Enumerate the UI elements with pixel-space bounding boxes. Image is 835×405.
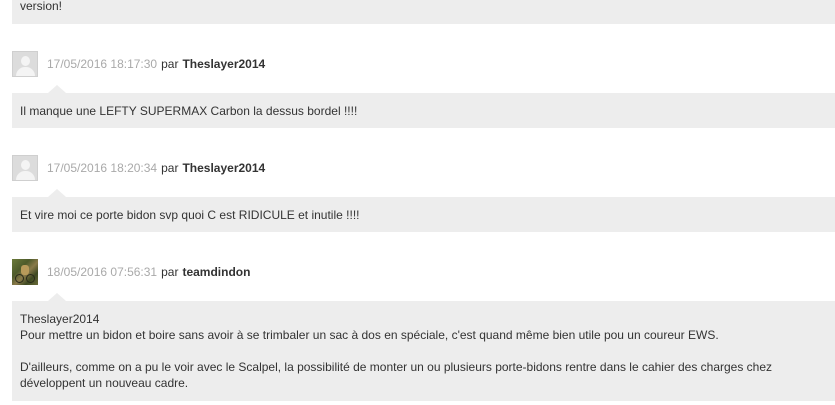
comment-author-link[interactable]: Theslayer2014 <box>182 57 265 71</box>
comment-header: 18/05/2016 07:56:31 par teamdindon <box>12 259 250 285</box>
comment-text: version! <box>20 0 63 13</box>
comment-date: 17/05/2016 18:20:34 <box>47 161 158 175</box>
comment-header: 17/05/2016 18:17:30 par Theslayer2014 <box>12 51 265 77</box>
comment-author-link[interactable]: teamdindon <box>182 265 250 279</box>
comment-text: D'ailleurs, comme on a pu le voir avec l… <box>20 360 773 374</box>
comment-body: Il manque une LEFTY SUPERMAX Carbon la d… <box>12 85 835 128</box>
comment-par: par <box>161 265 179 279</box>
user-avatar-icon[interactable] <box>12 155 38 181</box>
comment-text: Il manque une LEFTY SUPERMAX Carbon la d… <box>20 104 358 118</box>
comment-par: par <box>161 161 179 175</box>
comment-body: Et vire moi ce porte bidon svp quoi C es… <box>12 189 835 232</box>
comment-body: Theslayer2014 Pour mettre un bidon et bo… <box>12 293 835 401</box>
comment-header: 17/05/2016 18:20:34 par Theslayer2014 <box>12 155 265 181</box>
comment-text: développent un nouveau cadre. <box>20 376 189 390</box>
comment-date: 18/05/2016 07:56:31 <box>47 265 158 279</box>
comment-par: par <box>161 57 179 71</box>
comment-date: 17/05/2016 18:17:30 <box>47 57 158 71</box>
comment-author-link[interactable]: Theslayer2014 <box>182 161 265 175</box>
user-avatar-icon[interactable] <box>12 259 38 285</box>
comment-text: Et vire moi ce porte bidon svp quoi C es… <box>20 208 360 222</box>
user-avatar-icon[interactable] <box>12 51 38 77</box>
comment-body: version! <box>12 0 835 24</box>
comment-quote-name: Theslayer2014 <box>20 312 100 326</box>
comment-text: Pour mettre un bidon et boire sans avoir… <box>20 328 719 342</box>
